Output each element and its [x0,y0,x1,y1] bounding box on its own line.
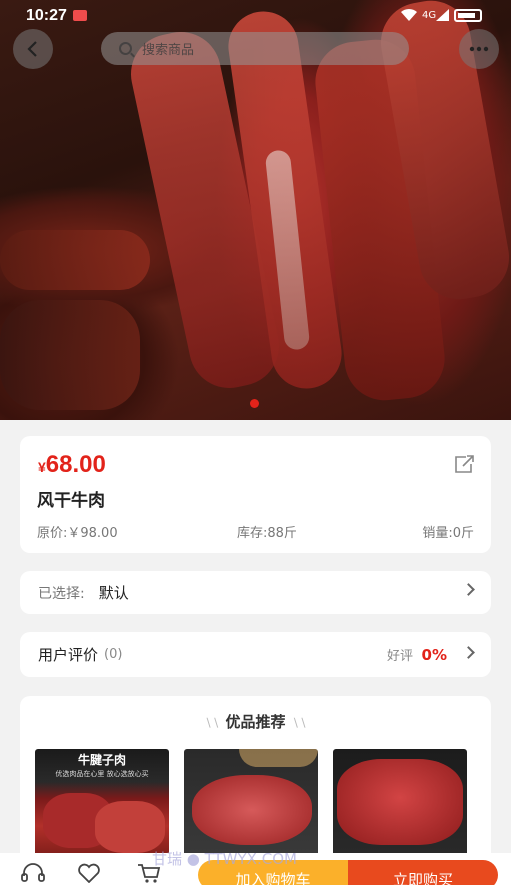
recommend-item[interactable] [184,749,318,859]
recommend-item-label: 牛腱子肉 [77,753,126,767]
back-arrow-icon [27,41,37,57]
signal-label: 4G [422,10,437,21]
recommend-title-text: 优品推荐 [225,713,286,731]
share-icon[interactable] [453,454,475,474]
more-button[interactable] [459,29,499,69]
reviews-row[interactable]: 用户评价 (0) 好评 0% [20,632,491,677]
chevron-right-icon [462,646,475,659]
search-input[interactable]: 搜索商品 [101,32,409,65]
chevron-right-icon [462,583,475,596]
signal-icon [436,9,450,24]
more-dots-icon [469,46,489,52]
buy-now-button[interactable]: 立即购买 [348,860,498,885]
favorite-heart-icon[interactable] [77,863,101,883]
recommend-item[interactable] [333,749,467,859]
product-info-card: ¥68.00 风干牛肉 原价:￥98.00 库存:88斤 销量:0斤 [20,436,491,553]
recommend-item[interactable]: 牛腱子肉 优选肉品在心里 放心选放心买 [35,749,169,859]
price-amount: 68.00 [45,451,106,478]
decor-left: ∖∖ [204,716,220,730]
notification-icon [73,10,87,21]
recommend-title: ∖∖ 优品推荐 ∖∖ [20,711,491,732]
reviews-count: (0) [104,647,123,662]
status-bar: 10:27 4G [0,0,511,32]
search-placeholder: 搜索商品 [142,43,195,58]
good-rate-label: 好评 [386,649,413,664]
spec-label: 已选择: [38,585,85,602]
sales-info: 销量:0斤 [422,526,474,541]
customer-service-icon[interactable] [21,863,45,883]
price-currency: ¥ [38,459,46,475]
back-button[interactable] [13,29,53,69]
status-time: 10:27 [26,7,67,24]
original-price: 原价:￥98.00 [37,526,118,541]
wifi-icon [400,8,418,25]
spec-value: 默认 [98,584,129,602]
stock-info: 库存:88斤 [237,526,297,541]
product-price: ¥68.00 [38,451,106,479]
reviews-label: 用户评价 [38,646,99,664]
carousel-indicator [250,399,259,408]
search-icon [119,42,132,55]
watermark: 甘瑞 ● TTWYX.COM [152,850,297,868]
product-title: 风干牛肉 [37,491,105,511]
spec-selector[interactable]: 已选择: 默认 [20,571,491,614]
recommend-item-caption: 优选肉品在心里 放心选放心买 [55,770,149,778]
battery-icon [454,9,482,22]
decor-right: ∖∖ [291,716,307,730]
good-rate-value: 0% [421,645,447,664]
